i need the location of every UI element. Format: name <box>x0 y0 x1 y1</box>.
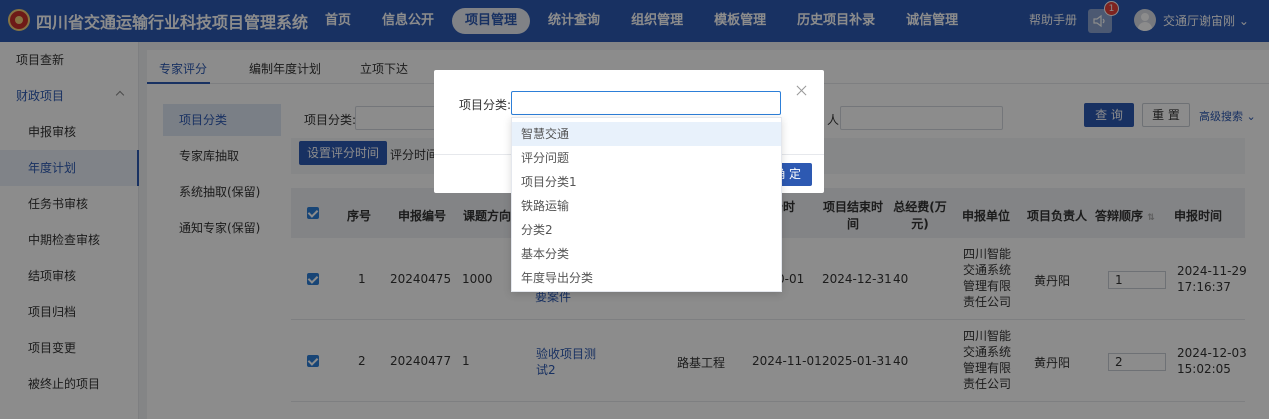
modal-category-label: 项目分类: <box>459 98 512 112</box>
dropdown-option[interactable]: 年度导出分类 <box>512 266 781 290</box>
dropdown-option[interactable]: 基本分类 <box>512 242 781 266</box>
dropdown-option[interactable]: 项目分类1 <box>512 170 781 194</box>
dropdown-option[interactable]: 分类2 <box>512 218 781 242</box>
dropdown-option[interactable]: 智慧交通 <box>512 122 781 146</box>
category-dropdown: 智慧交通 评分问题 项目分类1 铁路运输 分类2 基本分类 年度导出分类 <box>511 117 782 292</box>
dropdown-option[interactable]: 铁路运输 <box>512 194 781 218</box>
dropdown-option[interactable]: 评分问题 <box>512 146 781 170</box>
close-icon[interactable] <box>795 84 809 98</box>
category-select-input[interactable] <box>511 91 781 115</box>
